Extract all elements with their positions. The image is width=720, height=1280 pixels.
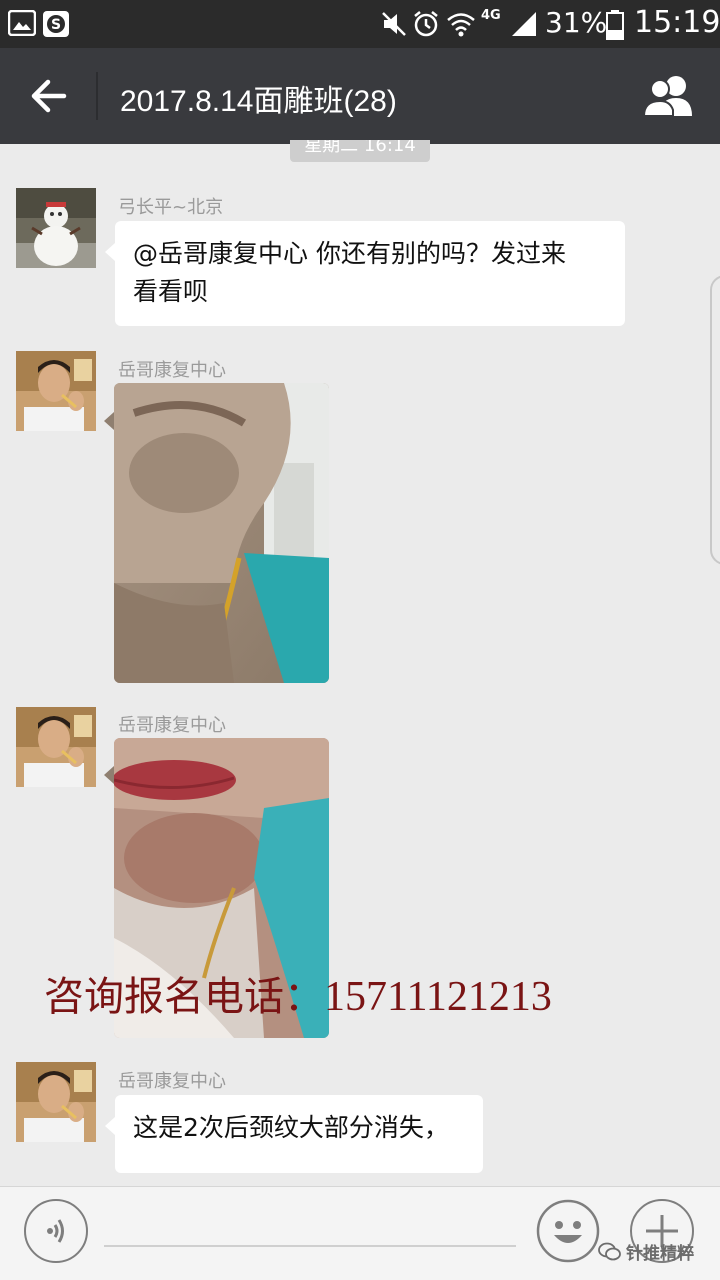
sender-name: 岳哥康复中心 [118,1071,226,1092]
message-bubble[interactable]: @岳哥康复中心 你还有别的吗？发过来 看看呗 [105,221,625,326]
message-bubble[interactable]: 这是2次后颈纹大部分消失， [105,1095,483,1173]
bubble-tail [104,412,114,430]
emoji-icon[interactable] [536,1199,600,1263]
header-divider [96,72,98,120]
gallery-icon [8,10,36,36]
network-type: 4G [481,8,501,23]
sender-name: 弓长平~北京 [118,197,224,218]
avatar[interactable] [16,1062,96,1142]
voice-icon [47,1219,64,1243]
bubble-tail [104,766,114,784]
promo-phone: 15711121213 [324,974,552,1020]
chat-title: 2017.8.14面雕班(28) [120,85,397,118]
clock: 15:19 [634,5,720,40]
voice-button[interactable] [24,1199,88,1263]
avatar[interactable] [16,707,96,787]
sender-name: 岳哥康复中心 [118,715,226,736]
wifi-icon [447,13,475,37]
chat-header: 2017.8.14面雕班(28) [0,48,720,144]
wechat-icon [598,1242,621,1260]
message-timestamp: 星期二 16:14 [290,140,430,162]
sender-name: 岳哥康复中心 [118,360,226,381]
back-arrow-icon[interactable] [20,70,76,122]
svg-text:S: S [51,17,61,33]
source-watermark: 针推精粹 [598,1239,694,1264]
promo-label: 咨询报名电话： [44,974,324,1020]
source-label: 针推精粹 [626,1244,694,1264]
avatar[interactable] [16,351,96,431]
message-input[interactable] [104,1245,516,1247]
message-text: 看看呗 [133,277,209,306]
battery-icon [606,10,624,40]
alarm-icon [414,11,438,37]
side-scroll-handle[interactable] [710,275,720,565]
group-members-icon[interactable] [640,70,700,122]
message-text: 这是2次后颈纹大部分消失， [133,1113,449,1142]
avatar[interactable] [16,188,96,268]
battery-percent: 31% [545,6,608,39]
mute-icon [382,12,406,36]
message-text: @岳哥康复中心 你还有别的吗？发过来 [133,239,566,268]
input-bar: 针推精粹 [0,1186,720,1280]
image-message[interactable] [114,383,329,683]
s-app-icon: S [43,11,69,37]
status-bar: S 4G 31% 15:19 [0,0,720,48]
signal-icon [512,12,536,36]
promo-watermark: 咨询报名电话：15711121213 [44,964,552,1022]
